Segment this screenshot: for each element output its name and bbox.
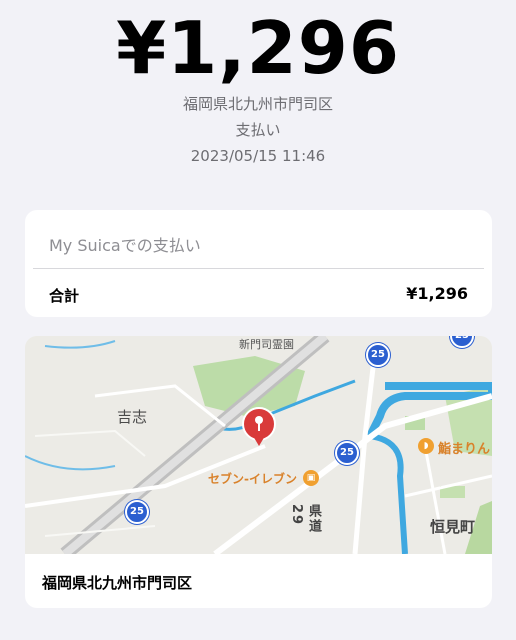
merchant-location: 福岡県北九州市門司区 xyxy=(182,95,333,113)
map-label-sushi: 鮨まりん xyxy=(438,442,491,457)
convenience-store-icon: ▣ xyxy=(303,470,319,486)
transaction-type: 支払い xyxy=(235,121,281,139)
map-label-tsunemi: 恒見町 xyxy=(430,518,476,536)
payment-card: My Suicaでの支払い 合計 ¥1,296 xyxy=(25,210,492,317)
map-label-kishi: 吉志 xyxy=(117,408,148,426)
amount: ¥1,296 xyxy=(116,6,400,90)
location-card[interactable]: 新門司霊園 吉志 恒見町 セブン-イレブン ▣ ◗ 鮨まりん 県道29 25 2… xyxy=(25,336,492,608)
location-label: 福岡県北九州市門司区 xyxy=(42,574,193,592)
restaurant-icon: ◗ xyxy=(418,438,434,454)
map-label-cemetery: 新門司霊園 xyxy=(239,338,294,351)
route-badge-icon: 25 xyxy=(366,343,390,367)
total-label: 合計 xyxy=(49,287,80,305)
route-badge-icon: 25 xyxy=(335,441,359,465)
total-value: ¥1,296 xyxy=(406,284,468,303)
map-label-seven-eleven: セブン-イレブン xyxy=(208,472,297,486)
divider xyxy=(33,268,484,269)
transaction-datetime: 2023/05/15 11:46 xyxy=(190,147,326,165)
route-badge-icon: 25 xyxy=(125,500,149,524)
map-view[interactable]: 新門司霊園 吉志 恒見町 セブン-イレブン ▣ ◗ 鮨まりん 県道29 25 2… xyxy=(25,336,492,560)
payment-method-title: My Suicaでの支払い xyxy=(49,236,201,255)
map-label-road: 県道29 xyxy=(289,504,321,534)
